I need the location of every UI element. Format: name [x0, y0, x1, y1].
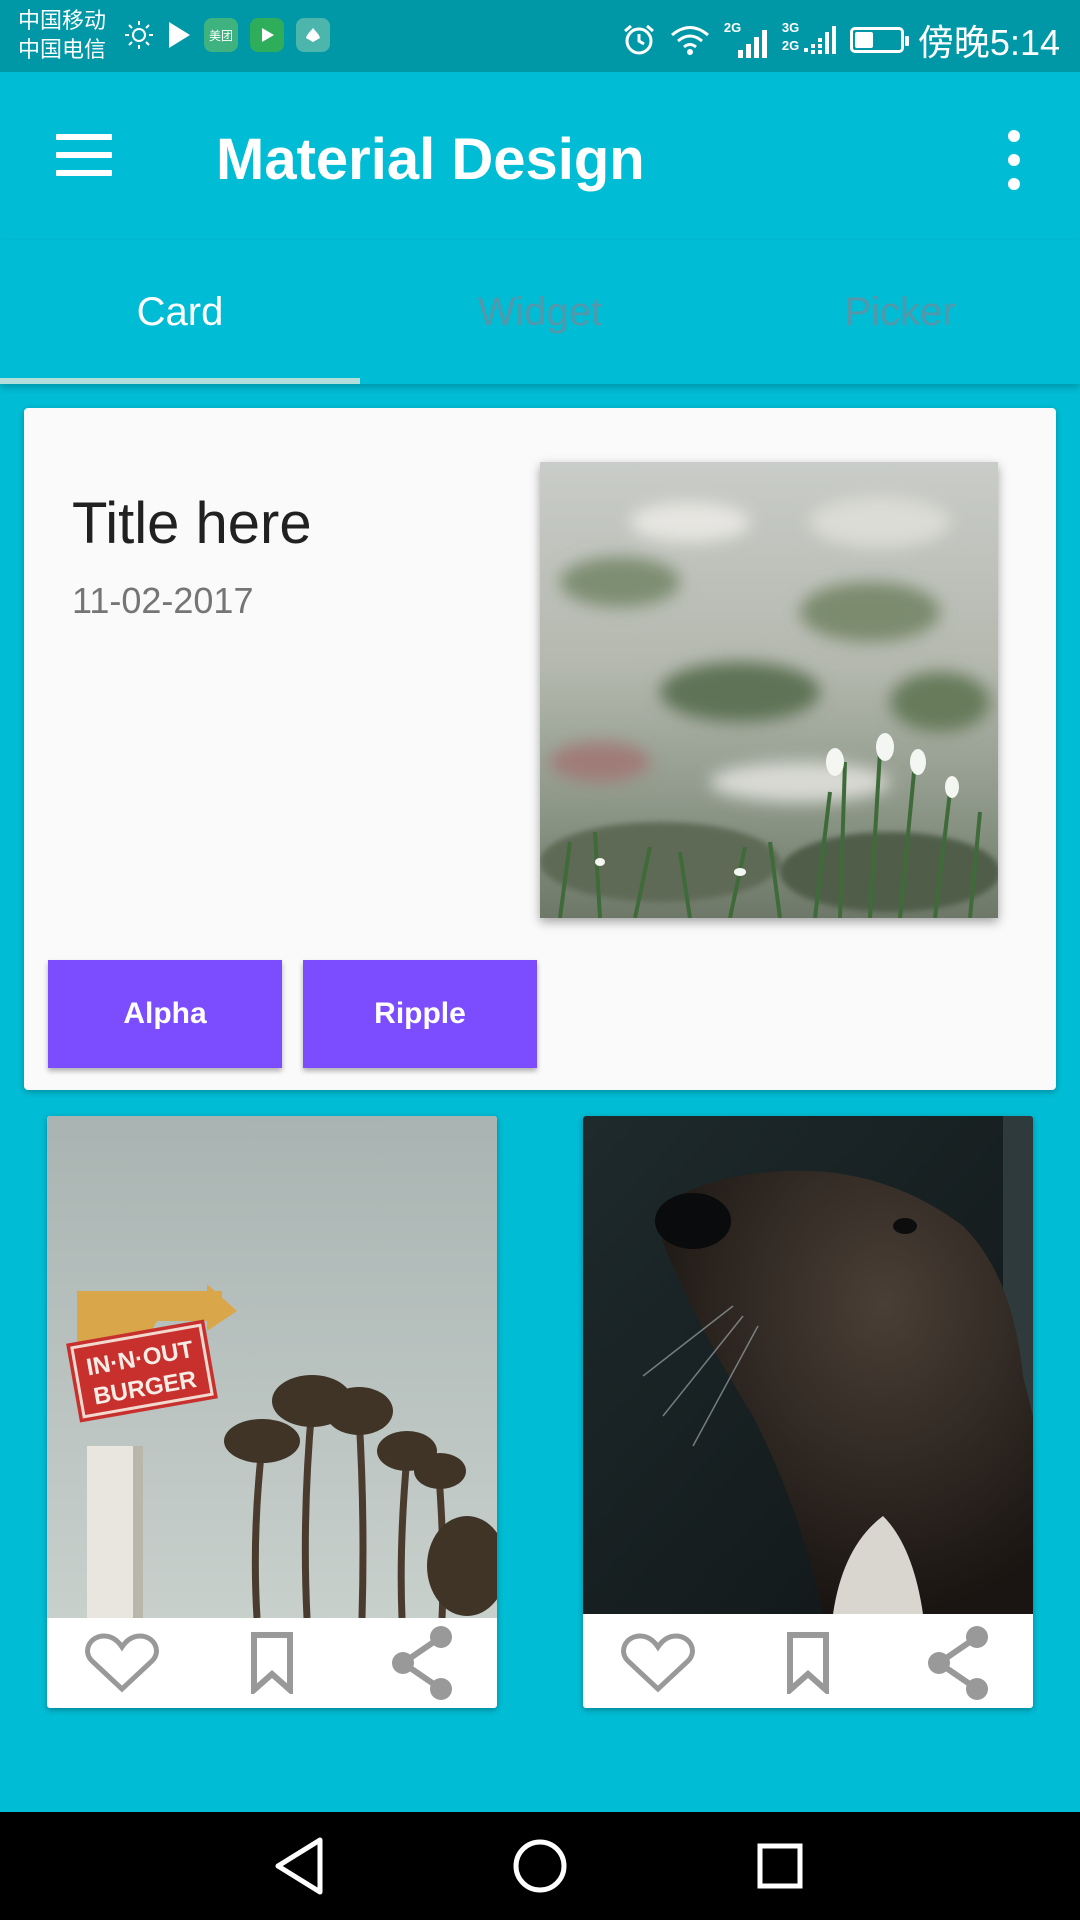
tab-widget[interactable]: Widget — [360, 240, 720, 384]
signal-icon — [737, 30, 767, 58]
recents-icon[interactable] — [748, 1834, 812, 1898]
play-icon — [169, 22, 190, 48]
carrier-1: 中国移动 — [18, 8, 107, 33]
card-photo-dog — [583, 1116, 1033, 1614]
card-actions — [583, 1618, 1033, 1708]
tab-indicator — [0, 378, 360, 384]
signal-strength-1: 2G — [724, 20, 768, 58]
favorite-icon[interactable] — [82, 1623, 162, 1703]
app-bar: Material Design — [0, 72, 1080, 240]
battery-icon — [849, 27, 909, 53]
tab-picker[interactable]: Picker — [720, 240, 1080, 384]
more-vert-icon[interactable] — [1000, 130, 1028, 190]
card-image-snowdrops — [540, 462, 998, 918]
system-nav-bar — [0, 1812, 1080, 1920]
card-date: 11-02-2017 — [72, 580, 254, 621]
alarm-icon — [623, 24, 654, 55]
hamburger-menu-icon[interactable] — [56, 134, 112, 176]
app-title: Material Design — [216, 127, 645, 192]
video-app-icon — [250, 18, 284, 52]
tab-bar: Card Widget Picker — [0, 240, 1080, 384]
status-bar: 中国移动 中国电信 美团 2G 3G 2G 傍晚5:14 — [0, 0, 1080, 72]
notification-icons: 美团 — [124, 18, 330, 52]
carrier-2: 中国电信 — [18, 37, 107, 62]
carrier-info: 中国移动 中国电信 — [18, 6, 106, 64]
ripple-button[interactable]: Ripple — [303, 960, 537, 1068]
bookmark-icon[interactable] — [232, 1623, 312, 1703]
card-actions — [47, 1618, 497, 1708]
photo-card-dog — [583, 1116, 1033, 1708]
tab-card[interactable]: Card — [0, 240, 360, 384]
system-status: 2G 3G 2G 傍晚5:14 — [622, 14, 1060, 66]
meituan-app-icon: 美团 — [204, 18, 238, 52]
favorite-icon[interactable] — [618, 1623, 698, 1703]
status-time: 傍晚5:14 — [917, 22, 1060, 63]
share-icon[interactable] — [382, 1623, 462, 1703]
brightness-icon — [125, 21, 153, 49]
feature-card: Title here 11-02-2017 Alpha Ripple — [24, 408, 1056, 1090]
back-icon[interactable] — [268, 1834, 332, 1898]
huawei-app-icon — [296, 18, 330, 52]
signal-strength-2: 3G 2G — [782, 20, 836, 58]
photo-card-burger: IN·N·OUT BURGER — [47, 1116, 497, 1708]
share-icon[interactable] — [918, 1623, 998, 1703]
wifi-icon — [670, 26, 709, 55]
bookmark-icon[interactable] — [768, 1623, 848, 1703]
battery-level — [854, 32, 873, 48]
card-title: Title here — [72, 491, 312, 556]
home-icon[interactable] — [508, 1834, 572, 1898]
card-photo-burger-sign: IN·N·OUT BURGER — [47, 1116, 497, 1618]
alpha-button[interactable]: Alpha — [48, 960, 282, 1068]
signal-icon — [803, 26, 836, 54]
